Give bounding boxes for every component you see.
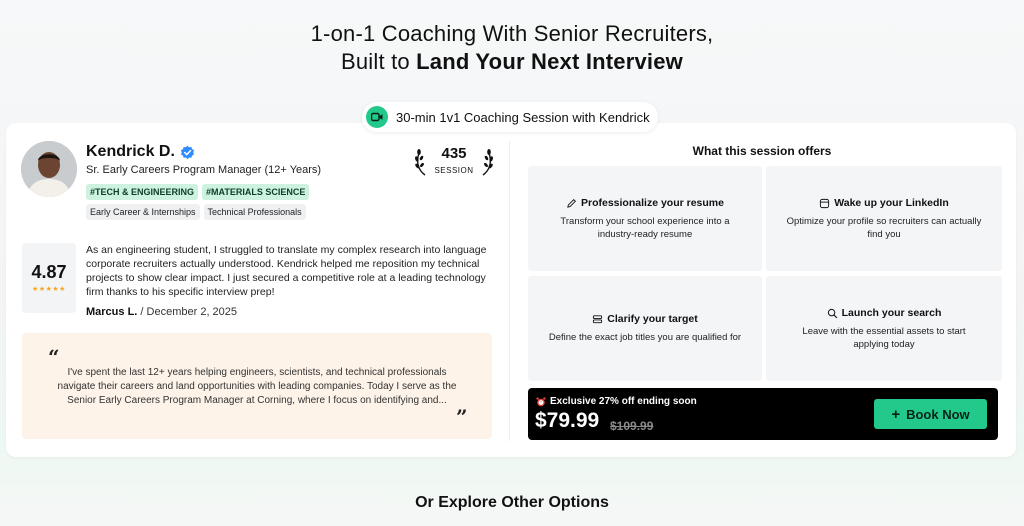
session-type-pill: 30-min 1v1 Coaching Session with Kendric… [362,102,658,132]
offer-description: Transform your school experience into a … [560,216,730,240]
tag-early-career[interactable]: Early Career & Internships [86,204,200,220]
offer-heading-row: Professionalize your resume [546,197,744,209]
tag-technical-professionals[interactable]: Technical Professionals [203,204,306,220]
coach-bio-box: “ I've spent the last 12+ years helping … [22,333,492,439]
coach-card: Kendrick D. Sr. Early Careers Program Ma… [6,123,1016,457]
discount-label-row: Exclusive 27% off ending soon [536,396,697,407]
book-now-button[interactable]: + Book Now [874,399,987,429]
review-author: Marcus L. [86,306,138,318]
hero-line-2-prefix: Built to [341,49,417,74]
booking-bar: Exclusive 27% off ending soon $79.99 $10… [528,388,998,440]
offer-card-resume: Professionalize your resume Transform yo… [528,166,762,271]
card-divider [509,141,510,441]
laurel-left-icon [415,149,426,176]
session-count-badge: 435 SESSION [414,143,494,183]
offer-card-linkedin: Wake up your LinkedIn Optimize your prof… [766,166,1002,271]
tag-materials-science[interactable]: #MATERIALS SCIENCE [202,184,310,200]
laurel-right-icon [482,149,493,176]
offer-heading-row: Launch your search [784,307,984,319]
review-date: / December 2, 2025 [137,306,238,318]
offer-description: Leave with the essential assets to start… [802,326,966,350]
hero-line-2: Built to Land Your Next Interview [0,48,1024,76]
avatar [21,141,77,197]
linkedin-box-icon [820,198,830,208]
coach-bio-text: I've spent the last 12+ years helping en… [57,367,457,406]
session-type-label: 30-min 1v1 Coaching Session with Kendric… [396,109,650,125]
tag-tech-engineering[interactable]: #TECH & ENGINEERING [86,184,199,200]
stack-icon [593,314,603,323]
current-price: $79.99 [535,409,600,432]
plus-icon: + [891,405,901,423]
offers-title: What this session offers [692,144,832,158]
verified-badge-icon [180,145,194,159]
pencil-icon [567,198,576,208]
rating-value: 4.87 [31,262,67,282]
offer-heading-row: Wake up your LinkedIn [784,197,984,209]
secondary-tags: Early Career & Internships Technical Pro… [86,204,306,220]
discount-label: Exclusive 27% off ending soon [550,396,697,407]
offer-heading-row: Clarify your target [546,313,744,325]
offer-heading: Clarify your target [607,313,698,325]
hero-line-2-bold: Land Your Next Interview [416,49,683,74]
offer-description: Optimize your profile so recruiters can … [786,216,982,240]
explore-options-heading: Or Explore Other Options [415,494,609,511]
close-quote-icon: ” [456,405,468,429]
offer-heading: Professionalize your resume [581,197,724,209]
book-now-label: Book Now [906,406,970,422]
original-price: $109.99 [610,419,654,433]
coach-name-row: Kendrick D. [86,143,195,161]
hero-heading: 1-on-1 Coaching With Senior Recruiters, … [0,20,1024,76]
review-text: As an engineering student, I struggled t… [86,244,487,298]
video-camera-icon [366,106,388,128]
primary-tags: #TECH & ENGINEERING #MATERIALS SCIENCE [86,184,310,200]
offer-card-target: Clarify your target Define the exact job… [528,276,762,381]
search-icon [827,308,837,318]
review-attribution: Marcus L. / December 2, 2025 [86,306,237,318]
offer-card-search: Launch your search Leave with the essent… [766,276,1002,381]
hero-line-1: 1-on-1 Coaching With Senior Recruiters, [310,21,714,46]
rating-stars: ★★★★★ [32,286,66,293]
alarm-clock-icon [536,396,546,406]
offer-heading: Wake up your LinkedIn [834,197,949,209]
coach-name: Kendrick D. [86,143,175,160]
coach-title: Sr. Early Careers Program Manager (12+ Y… [86,164,322,176]
offer-description: Define the exact job titles you are qual… [548,332,742,343]
rating-box: 4.87 ★★★★★ [22,243,76,313]
offer-heading: Launch your search [841,307,942,319]
